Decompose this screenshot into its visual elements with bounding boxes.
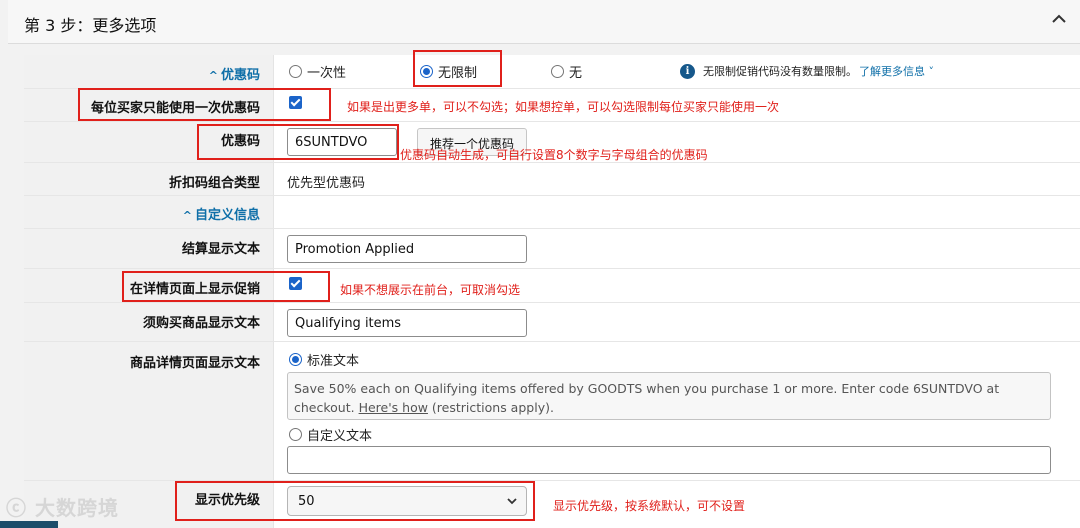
priority-label: 显示优先级 <box>194 493 260 508</box>
detail-text-label: 商品详情页面显示文本 <box>129 356 260 371</box>
combination-value: 优先型优惠码 <box>287 176 366 191</box>
checkout-text-label: 结算显示文本 <box>181 242 260 257</box>
custom-info-toggle[interactable]: ^ 自定义信息 <box>183 204 260 223</box>
custom-text-input[interactable] <box>287 446 1051 474</box>
radio-circle-selected <box>289 353 302 366</box>
learn-more-link[interactable]: 了解更多信息 ˅ <box>859 63 934 79</box>
coupon-code-label: 优惠码 <box>220 134 260 149</box>
show-on-detail-label: 在详情页面上显示促销 <box>129 282 260 297</box>
coupon-toggle[interactable]: ^ 优惠码 <box>209 64 260 83</box>
radio-none[interactable]: 无 <box>551 62 582 81</box>
one-per-buyer-checkbox[interactable] <box>289 96 302 109</box>
annotation-note: 如果是出更多单，可以不勾选；如果想控单，可以勾选限制每位买家只能使用一次 <box>347 100 780 114</box>
one-per-buyer-label: 每位买家只能使用一次优惠码 <box>90 101 260 116</box>
row-divider <box>24 341 1080 342</box>
corner-bar <box>0 521 58 528</box>
priority-select[interactable]: 50 <box>287 486 527 516</box>
combination-label: 折扣码组合类型 <box>168 176 260 191</box>
radio-circle <box>289 65 302 78</box>
row-divider <box>24 228 1080 229</box>
radio-circle <box>289 428 302 441</box>
radio-circle <box>551 65 564 78</box>
caret-up-icon: ^ <box>182 209 192 222</box>
coupon-code-input[interactable]: 6SUNTDVO <box>287 128 397 156</box>
checkout-text-input[interactable]: Promotion Applied <box>287 235 527 263</box>
row-divider <box>24 195 1080 196</box>
chevron-down-icon <box>507 498 517 505</box>
annotation-note: 如果不想展示在前台，可取消勾选 <box>340 283 521 297</box>
standard-text-preview: Save 50% each on Qualifying items offere… <box>287 372 1051 420</box>
show-on-detail-checkbox[interactable] <box>289 277 302 290</box>
chevron-up-icon[interactable] <box>1050 10 1068 28</box>
row-divider <box>24 268 1080 269</box>
row-divider <box>24 302 1080 303</box>
annotation-note: 优惠码自动生成，可自行设置8个数字与字母组合的优惠码 <box>400 148 708 162</box>
row-divider <box>24 121 1080 122</box>
coupon-info: i 无限制促销代码没有数量限制。 了解更多信息 ˅ <box>680 63 934 79</box>
step-title: 第 3 步：更多选项 <box>24 16 157 35</box>
info-icon: i <box>680 63 695 79</box>
annotation-note: 显示优先级，按系统默认，可不设置 <box>553 499 746 513</box>
watermark-logo: ⓒ 大数跨境 <box>6 496 119 520</box>
step-header: 第 3 步：更多选项 <box>8 0 1080 44</box>
qualifying-text-input[interactable]: Qualifying items <box>287 309 527 337</box>
radio-once[interactable]: 一次性 <box>289 62 346 81</box>
heres-how-link[interactable]: Here's how <box>359 400 428 415</box>
highlight-box <box>413 50 502 87</box>
qualifying-text-label: 须购买商品显示文本 <box>142 316 260 331</box>
caret-up-icon: ^ <box>208 69 218 82</box>
radio-custom-text[interactable]: 自定义文本 <box>289 425 372 444</box>
radio-standard-text[interactable]: 标准文本 <box>289 350 359 369</box>
